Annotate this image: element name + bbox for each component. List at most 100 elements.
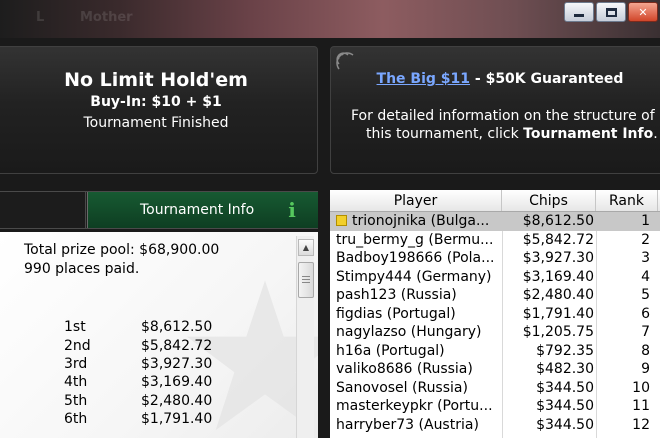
rank-cell: 12 [632,417,650,433]
player-cell: Badboy198666 (Pola... [336,250,495,266]
column-header-rank[interactable]: Rank [596,190,658,211]
rank-cell: 1 [641,213,650,229]
promo-suffix: - $50K Guaranteed [470,71,624,87]
game-header-panel: No Limit Hold'em Buy-In: $10 + $1 Tourna… [0,46,318,174]
info-icon: i [288,198,296,222]
payout-row: 5th $2,480.40 [0,393,300,412]
chips-cell: $1,791.40 [522,306,594,322]
minimize-button[interactable] [564,2,594,22]
chips-cell: $344.50 [536,417,594,433]
chips-cell: $482.30 [536,361,594,377]
info-scrollbar[interactable]: ▲ [296,236,314,438]
tournament-link[interactable]: The Big $11 [377,71,470,87]
payout-place: 2nd [64,338,91,354]
payout-row: 4th $3,169.40 [0,374,300,393]
table-row[interactable]: h16a (Portugal) $792.35 8 [330,342,660,361]
info-text-prefix: this tournament, click [366,126,524,142]
buy-in-label: Buy-In: $10 + $1 [90,94,222,110]
chips-cell: $344.50 [536,380,594,396]
table-row[interactable]: Sanovosel (Russia) $344.50 10 [330,379,660,398]
payout-amount: $2,480.40 [141,393,213,409]
selected-marker-icon [336,215,347,226]
prize-pool-text: Total prize pool: $68,900.00 [24,242,220,258]
tournament-status: Tournament Finished [83,115,229,131]
table-row[interactable]: nagylazso (Hungary) $1,205.75 7 [330,323,660,342]
maximize-icon [605,7,617,17]
background-tab-ghost: Mother [80,10,133,25]
chips-cell: $792.35 [536,343,594,359]
table-row[interactable]: Badboy198666 (Pola... $3,927.30 3 [330,249,660,268]
background-tab-ghost: L [36,10,45,25]
payout-amount: $8,612.50 [141,319,213,335]
table-row[interactable]: figdias (Portugal) $1,791.40 6 [330,305,660,324]
tab-unlabeled[interactable] [0,192,86,228]
scroll-thumb[interactable] [298,262,314,298]
game-title: No Limit Hold'em [64,69,248,91]
rank-cell: 10 [632,380,650,396]
player-cell: h16a (Portugal) [336,343,445,359]
player-cell: Sanovosel (Russia) [336,380,468,396]
payout-row: 2nd $5,842.72 [0,338,300,357]
player-cell: tru_bermy_g (Bermu... [336,232,494,248]
column-header-player[interactable]: Player [330,190,502,211]
table-row[interactable]: pash123 (Russia) $2,480.40 5 [330,286,660,305]
payout-place: 6th [64,411,88,427]
chips-cell: $2,480.40 [522,287,594,303]
payout-place: 3rd [64,356,88,372]
rank-cell: 7 [641,324,650,340]
window-title-strip: L Mother ✕ [0,0,660,38]
rank-cell: 9 [641,361,650,377]
close-icon: ✕ [638,5,648,19]
signal-icon [336,52,354,70]
chips-cell: $1,205.75 [522,324,594,340]
tab-bar: Tournament Info i [0,191,318,229]
player-cell: valiko8686 (Russia) [336,361,473,377]
payout-place: 5th [64,393,88,409]
info-text-line2: this tournament, click Tournament Info. [366,126,658,142]
player-cell: Stimpy444 (Germany) [336,269,492,285]
info-text-bold: Tournament Info [523,126,654,142]
chips-cell: $344.50 [536,398,594,414]
table-row[interactable]: harryber73 (Austria) $344.50 12 [330,416,660,435]
chips-cell: $3,169.40 [522,269,594,285]
player-cell: nagylazso (Hungary) [336,324,482,340]
tournament-promo-panel: The Big $11 - $50K Guaranteed For detail… [330,46,660,174]
players-table: Player Chips Rank trionojnika (Bulga... … [330,190,660,438]
payout-amount: $3,927.30 [141,356,213,372]
payout-amount: $1,791.40 [141,411,213,427]
table-header: Player Chips Rank [330,190,660,212]
info-text-suffix: . [653,126,658,142]
tournament-info-panel: Total prize pool: $68,900.00 990 places … [0,232,318,438]
rank-cell: 8 [641,343,650,359]
table-row[interactable]: masterkeypkr (Portu... $344.50 11 [330,397,660,416]
payout-place: 4th [64,374,88,390]
promo-line: The Big $11 - $50K Guaranteed [331,71,660,87]
close-button[interactable]: ✕ [628,2,658,22]
rank-cell: 6 [641,306,650,322]
table-row[interactable]: tru_bermy_g (Bermu... $5,842.72 2 [330,231,660,250]
payout-place: 1st [64,319,86,335]
rank-cell: 2 [641,232,650,248]
payout-amount: $5,842.72 [141,338,213,354]
payout-row: 3rd $3,927.30 [0,356,300,375]
table-row[interactable]: Stimpy444 (Germany) $3,169.40 4 [330,268,660,287]
minimize-icon [574,14,584,17]
player-cell: masterkeypkr (Portu... [336,398,493,414]
scroll-up-button[interactable]: ▲ [298,239,314,256]
maximize-button[interactable] [596,2,626,22]
table-row[interactable]: valiko8686 (Russia) $482.30 9 [330,360,660,379]
chips-cell: $5,842.72 [522,232,594,248]
rank-cell: 4 [641,269,650,285]
payout-amount: $3,169.40 [141,374,213,390]
rank-cell: 3 [641,250,650,266]
column-header-chips[interactable]: Chips [502,190,596,211]
player-cell: harryber73 (Austria) [336,417,479,433]
player-cell: figdias (Portugal) [336,306,456,322]
chips-cell: $8,612.50 [522,213,594,229]
table-row-selected[interactable]: trionojnika (Bulga... $8,612.50 1 [330,212,660,231]
tab-tournament-info[interactable]: Tournament Info i [87,192,318,228]
payout-row: 1st $8,612.50 [0,319,300,338]
places-paid-text: 990 places paid. [24,261,140,277]
window-controls: ✕ [564,0,660,24]
player-cell: pash123 (Russia) [336,287,457,303]
